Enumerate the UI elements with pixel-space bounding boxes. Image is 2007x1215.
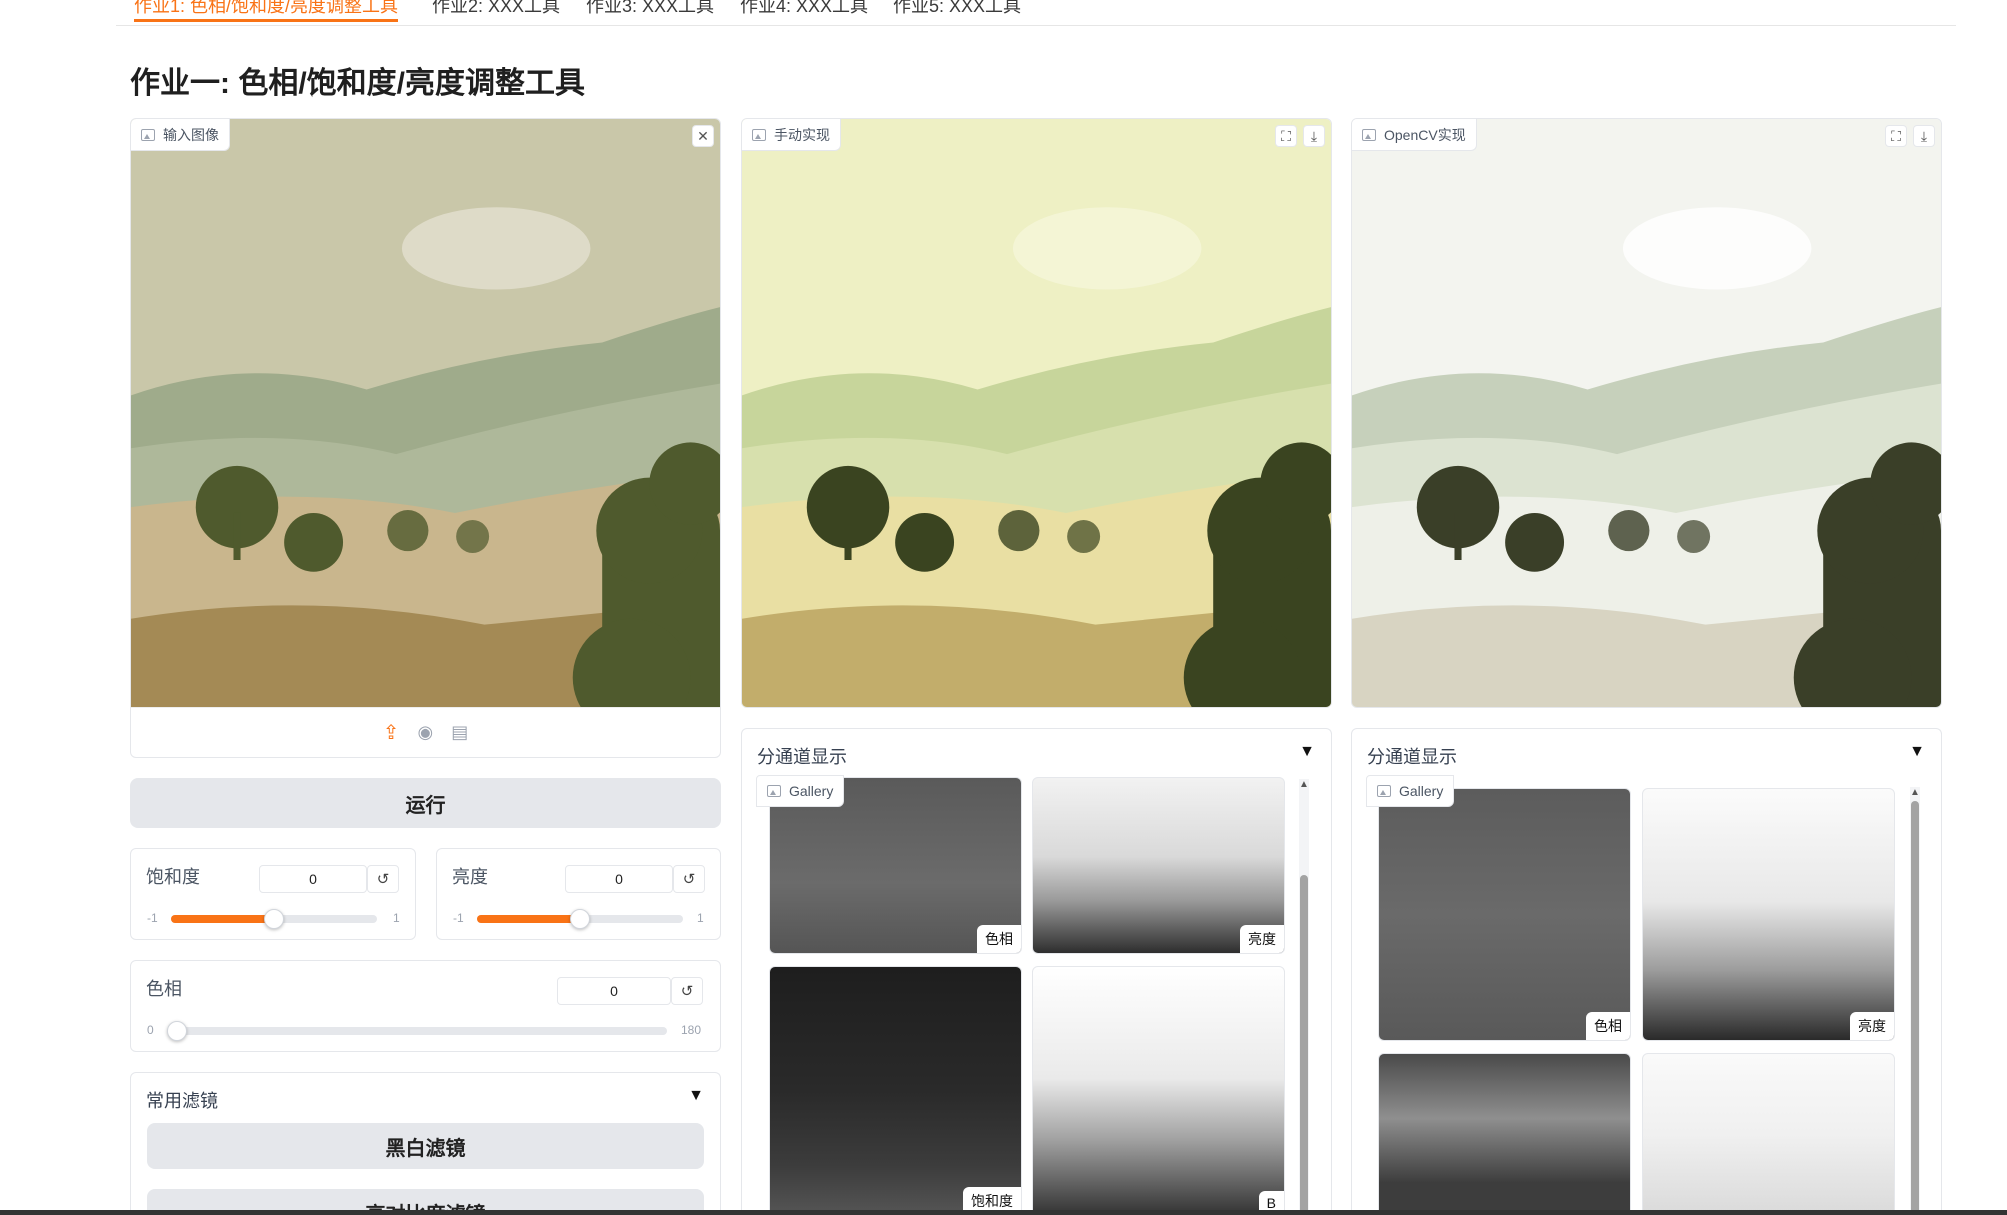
image-icon bbox=[141, 128, 155, 141]
close-icon[interactable]: ✕ bbox=[692, 125, 714, 147]
hue-number-input[interactable]: 0 bbox=[557, 977, 671, 1005]
channel-caption: 色相 bbox=[1586, 1012, 1630, 1040]
tab-assignment-2[interactable]: 作业2: XXX工具 bbox=[432, 0, 560, 22]
image-icon bbox=[1377, 785, 1391, 797]
download-icon[interactable]: ⤓ bbox=[1303, 125, 1325, 147]
brightness-label: 亮度 bbox=[452, 867, 488, 887]
opencv-channels-title[interactable]: 分通道显示 bbox=[1367, 743, 1457, 769]
brightness-slider-block: 亮度 0 ↺ -1 1 bbox=[436, 848, 721, 940]
saturation-slider-thumb[interactable] bbox=[264, 909, 284, 929]
channel-caption: 亮度 bbox=[1850, 1012, 1894, 1040]
scrollbar-thumb[interactable] bbox=[1300, 875, 1308, 1215]
upload-icon[interactable]: ⇪ bbox=[383, 720, 400, 745]
image-icon bbox=[752, 128, 766, 141]
tab-assignment-3[interactable]: 作业3: XXX工具 bbox=[586, 0, 714, 22]
manual-channels-accordion: 分通道显示 ▼ Gallery 色相 亮度 饱和度 B ▲ bbox=[741, 728, 1332, 1215]
brightness-min: -1 bbox=[453, 911, 464, 925]
collapse-arrow-icon[interactable]: ▼ bbox=[688, 1087, 704, 1105]
manual-result-panel: 手动实现 ⛶ ⤓ bbox=[741, 118, 1332, 708]
input-image bbox=[131, 119, 720, 707]
run-button[interactable]: 运行 bbox=[130, 778, 721, 828]
image-icon bbox=[767, 785, 781, 797]
channel-brightness-thumbnail[interactable]: 亮度 bbox=[1032, 777, 1285, 954]
channel-b-thumbnail[interactable]: B bbox=[1032, 966, 1285, 1215]
collapse-arrow-icon[interactable]: ▼ bbox=[1909, 743, 1925, 761]
saturation-slider-block: 饱和度 0 ↺ -1 1 bbox=[130, 848, 416, 940]
saturation-label: 饱和度 bbox=[146, 867, 200, 887]
hue-slider-block: 色相 0 ↺ 0 180 bbox=[130, 960, 721, 1052]
upload-source-bar: ⇪ ◉ ▤ bbox=[131, 707, 720, 757]
brightness-slider-fill bbox=[477, 915, 580, 923]
hue-reset-icon[interactable]: ↺ bbox=[671, 977, 703, 1005]
opencv-channels-accordion: 分通道显示 ▼ Gallery 色相 亮度 ▲ bbox=[1351, 728, 1942, 1215]
hue-slider-thumb[interactable] bbox=[167, 1021, 187, 1041]
channel-saturation-thumbnail[interactable]: 饱和度 bbox=[769, 966, 1022, 1215]
channel-caption: 色相 bbox=[977, 925, 1021, 953]
manual-result-image bbox=[742, 119, 1331, 707]
gallery-label: Gallery bbox=[756, 775, 845, 807]
hue-max: 180 bbox=[681, 1023, 702, 1037]
saturation-min: -1 bbox=[147, 911, 158, 925]
input-image-panel[interactable]: 输入图像 ✕ ⇪ ◉ ▤ bbox=[130, 118, 721, 758]
manual-result-label: 手动实现 bbox=[742, 119, 841, 151]
hue-label: 色相 bbox=[146, 979, 182, 999]
input-image-label: 输入图像 bbox=[131, 119, 230, 151]
fullscreen-icon[interactable]: ⛶ bbox=[1275, 125, 1297, 147]
saturation-max: 1 bbox=[393, 911, 400, 925]
tab-assignment-4[interactable]: 作业4: XXX工具 bbox=[740, 0, 868, 22]
filters-accordion-title[interactable]: 常用滤镜 bbox=[146, 1087, 218, 1113]
channel-brightness-thumbnail[interactable]: 亮度 bbox=[1642, 788, 1895, 1041]
brightness-number-input[interactable]: 0 bbox=[565, 865, 673, 893]
webcam-icon[interactable]: ◉ bbox=[418, 722, 434, 743]
collapse-arrow-icon[interactable]: ▼ bbox=[1299, 743, 1315, 761]
tab-assignment-5[interactable]: 作业5: XXX工具 bbox=[893, 0, 1021, 22]
bw-filter-button[interactable]: 黑白滤镜 bbox=[147, 1123, 704, 1169]
opencv-result-label: OpenCV实现 bbox=[1352, 119, 1477, 151]
image-icon bbox=[1362, 128, 1376, 141]
manual-channels-title[interactable]: 分通道显示 bbox=[757, 743, 847, 769]
tab-assignment-1[interactable]: 作业1: 色相/饱和度/亮度调整工具 bbox=[134, 0, 399, 22]
page-title: 作业一: 色相/饱和度/亮度调整工具 bbox=[130, 67, 585, 100]
channel-thumbnail[interactable] bbox=[1642, 1053, 1895, 1215]
scrollbar-thumb[interactable] bbox=[1911, 801, 1919, 1215]
brightness-max: 1 bbox=[697, 911, 704, 925]
scroll-up-icon[interactable]: ▲ bbox=[1910, 787, 1920, 798]
fullscreen-icon[interactable]: ⛶ bbox=[1885, 125, 1907, 147]
hue-slider[interactable] bbox=[167, 1021, 667, 1041]
saturation-number-input[interactable]: 0 bbox=[259, 865, 367, 893]
clipboard-icon[interactable]: ▤ bbox=[451, 722, 468, 743]
window-bottom-edge bbox=[0, 1210, 2007, 1215]
opencv-result-panel: OpenCV实现 ⛶ ⤓ bbox=[1351, 118, 1942, 708]
brightness-slider-thumb[interactable] bbox=[570, 909, 590, 929]
brightness-reset-icon[interactable]: ↺ bbox=[673, 865, 705, 893]
saturation-reset-icon[interactable]: ↺ bbox=[367, 865, 399, 893]
channel-thumbnail[interactable] bbox=[1378, 1053, 1631, 1215]
saturation-slider-fill bbox=[171, 915, 274, 923]
hue-min: 0 bbox=[147, 1023, 154, 1037]
channel-hue-thumbnail[interactable]: 色相 bbox=[1378, 788, 1631, 1041]
opencv-result-image bbox=[1352, 119, 1941, 707]
saturation-slider[interactable] bbox=[171, 909, 377, 929]
scroll-up-icon[interactable]: ▲ bbox=[1299, 779, 1309, 790]
gallery-scrollbar[interactable]: ▲ bbox=[1910, 787, 1920, 1215]
gallery-label: Gallery bbox=[1366, 775, 1455, 807]
tab-bar: 作业1: 色相/饱和度/亮度调整工具 作业2: XXX工具 作业3: XXX工具… bbox=[116, 0, 1956, 26]
gallery-scrollbar[interactable]: ▲ bbox=[1299, 779, 1309, 1215]
channel-caption: 亮度 bbox=[1240, 925, 1284, 953]
brightness-slider[interactable] bbox=[477, 909, 683, 929]
filters-accordion: 常用滤镜 ▼ 黑白滤镜 高对比度滤镜 bbox=[130, 1072, 721, 1215]
download-icon[interactable]: ⤓ bbox=[1913, 125, 1935, 147]
